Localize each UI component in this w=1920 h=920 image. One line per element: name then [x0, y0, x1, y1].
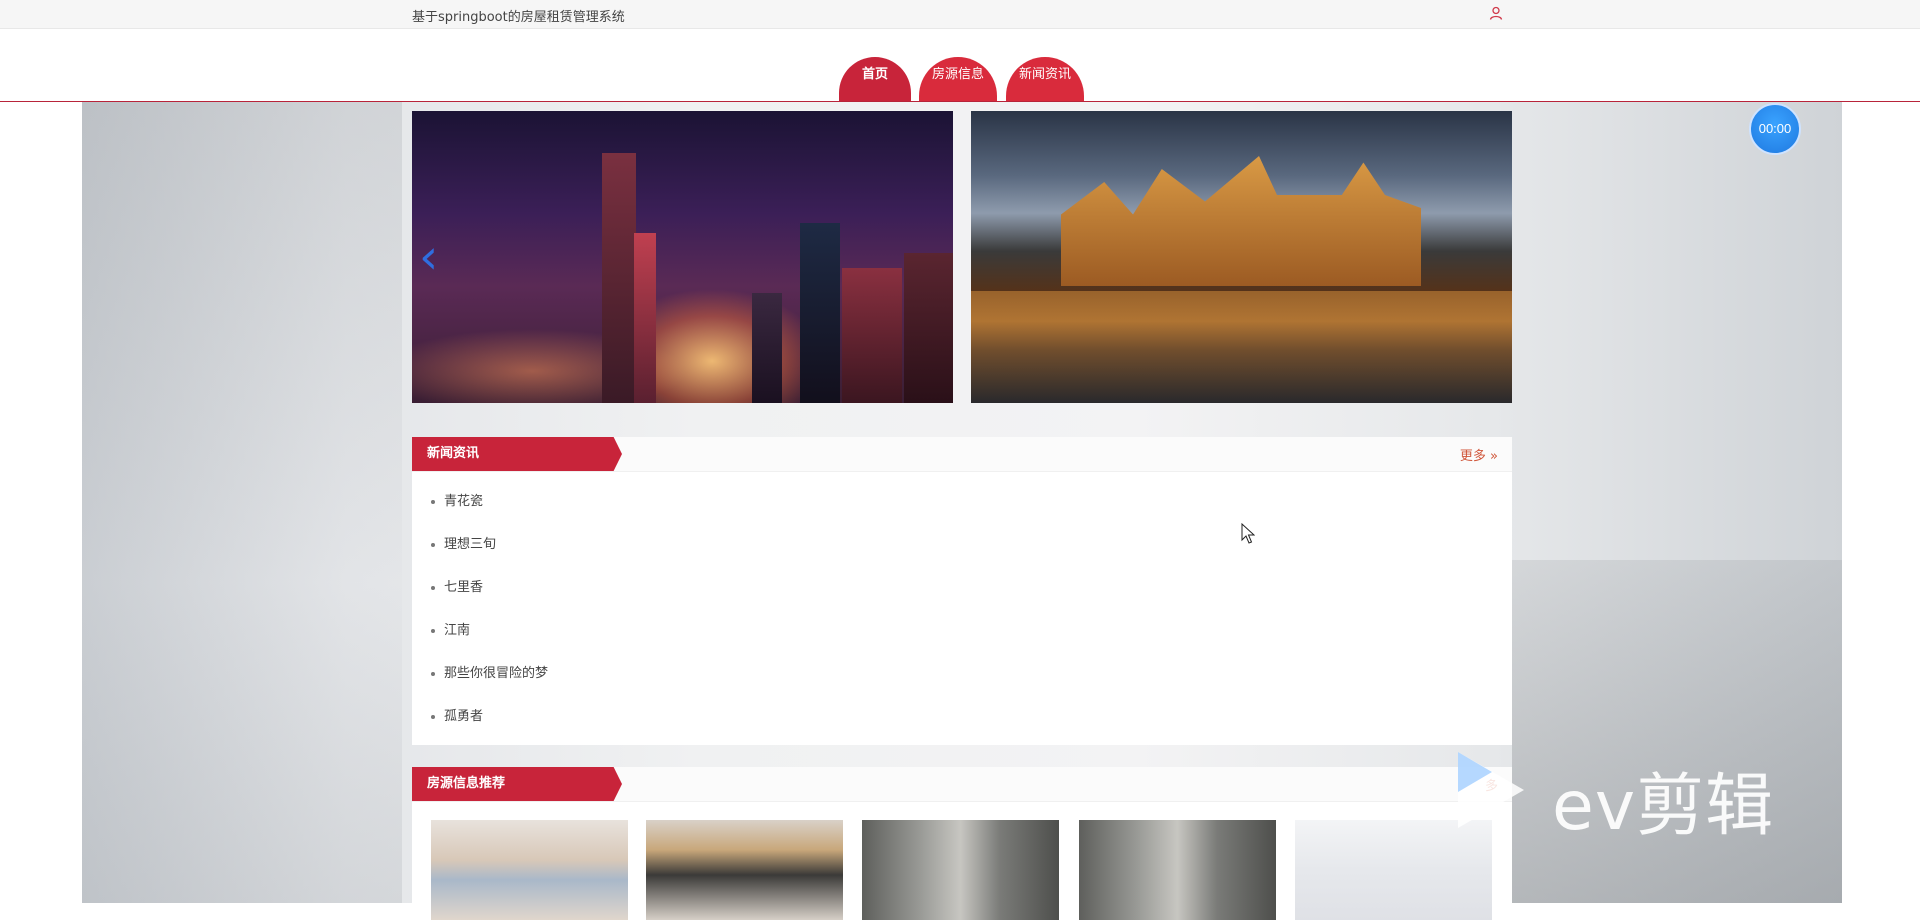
mouse-cursor-icon: [1241, 523, 1255, 544]
top-bar: 基于springboot的房屋租赁管理系统: [0, 0, 1920, 29]
watermark-text: ev剪辑: [1552, 767, 1775, 846]
site-title: 基于springboot的房屋租赁管理系统: [412, 10, 625, 25]
news-section-header: 新闻资讯 更多 »: [412, 437, 1512, 472]
room-card[interactable]: [1295, 820, 1492, 920]
user-icon[interactable]: [1489, 6, 1503, 20]
rooms-grid: [412, 802, 1512, 920]
news-list: 青花瓷 理想三旬 七里香 江南 那些你很冒险的梦 孤勇者: [412, 480, 1512, 738]
news-item[interactable]: 青花瓷: [412, 480, 1512, 523]
background-shade-right: [1512, 560, 1842, 903]
watermark-play-icon: [1458, 752, 1524, 828]
carousel-slide-castle[interactable]: [971, 111, 1512, 403]
news-more-link[interactable]: 更多 »: [1460, 445, 1498, 464]
news-section: 新闻资讯 更多 » 青花瓷 理想三旬 七里香 江南 那些你很冒险的梦 孤勇者: [412, 437, 1512, 745]
room-card[interactable]: [646, 820, 843, 920]
news-item[interactable]: 七里香: [412, 566, 1512, 609]
room-card[interactable]: [862, 820, 1059, 920]
news-item[interactable]: 孤勇者: [412, 695, 1512, 738]
room-card[interactable]: [431, 820, 628, 920]
room-card[interactable]: [1079, 820, 1276, 920]
rooms-section-title: 房源信息推荐: [412, 767, 622, 801]
rooms-section-header: 房源信息推荐 多: [412, 767, 1512, 802]
rooms-section: 房源信息推荐 多: [412, 767, 1512, 920]
news-section-title: 新闻资讯: [412, 437, 622, 471]
carousel-prev-arrow[interactable]: ‹: [419, 232, 449, 282]
news-item[interactable]: 那些你很冒险的梦: [412, 652, 1512, 695]
background-shade-left: [82, 102, 402, 903]
recording-timer: 00:00: [1749, 103, 1801, 155]
news-item[interactable]: 江南: [412, 609, 1512, 652]
carousel-slide-city[interactable]: [412, 111, 953, 403]
news-item[interactable]: 理想三旬: [412, 523, 1512, 566]
